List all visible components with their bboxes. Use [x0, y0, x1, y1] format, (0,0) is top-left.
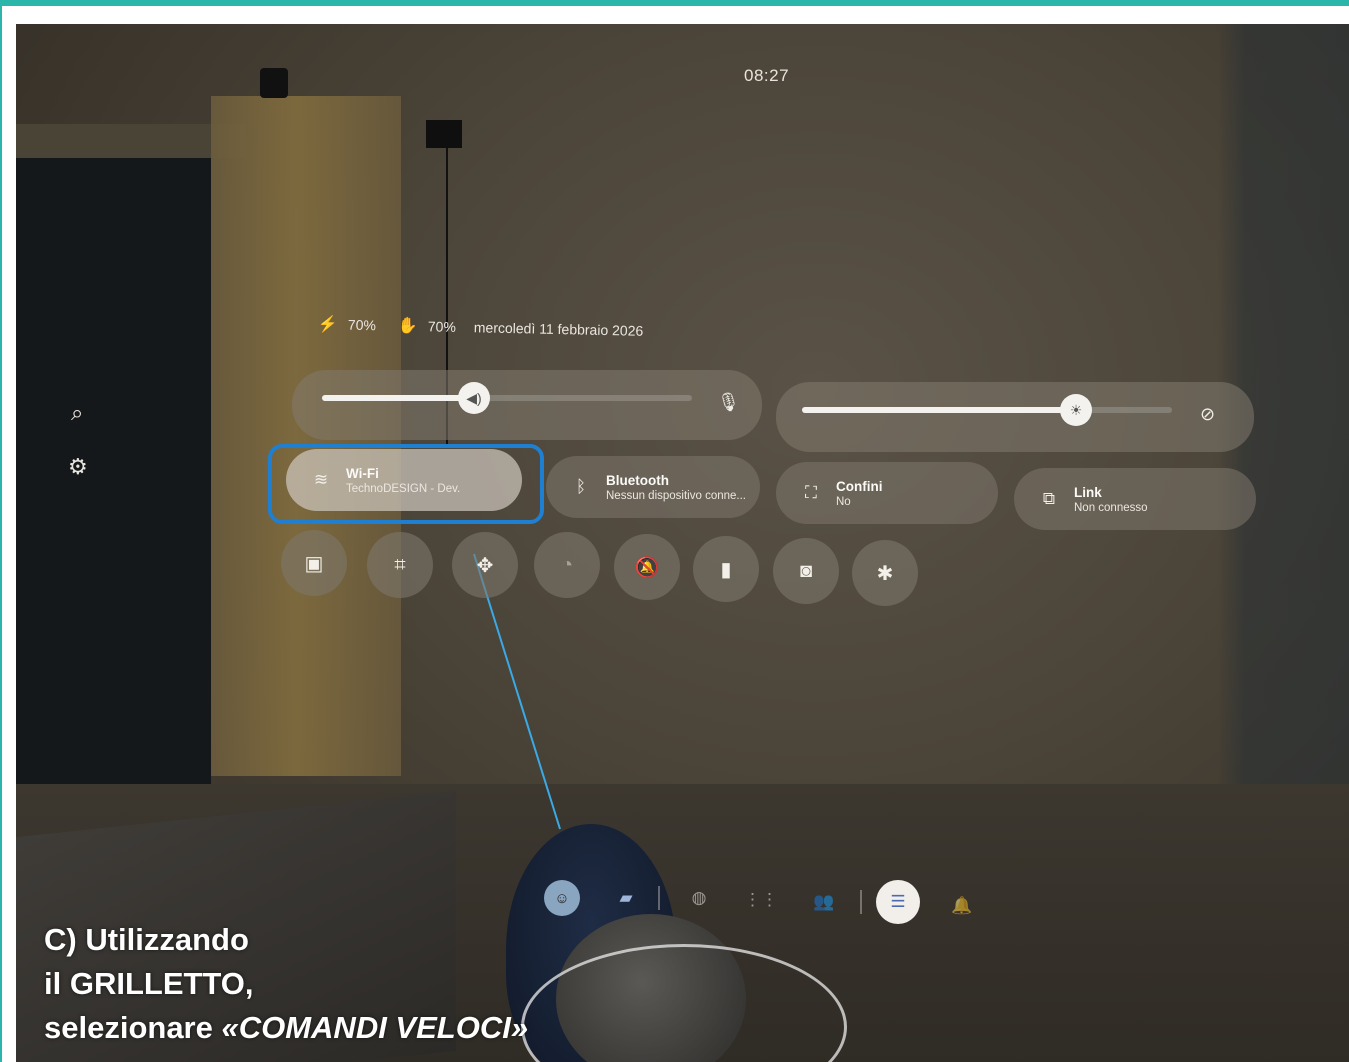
settings-gear-icon[interactable]: ⚙ [68, 454, 88, 480]
move-button[interactable]: ✥ [452, 532, 518, 598]
clock: 08:27 [744, 66, 790, 85]
notifications-bell-icon[interactable]: 🔔 [944, 888, 980, 924]
sun-icon: ☀ [1069, 401, 1083, 418]
cast-icon: ▣ [304, 552, 324, 575]
bluetooth-icon: ᛒ [575, 477, 587, 496]
speaker-icon: ◀) [466, 389, 482, 406]
volume-knob[interactable]: ◀) [458, 382, 490, 414]
headset-battery-icon: ⚡ [317, 316, 339, 334]
bug-report-icon: ✱ [876, 562, 894, 585]
tile-link-name: Link [1074, 484, 1102, 500]
tile-link[interactable]: ⧉ Link Non connesso [1014, 468, 1256, 530]
battery-saver-button[interactable]: ▮ [693, 536, 759, 602]
brightness-track[interactable] [802, 407, 1172, 413]
apps-grid-icon[interactable]: ⋮⋮ [743, 882, 779, 918]
link-icon: ⧉ [1042, 489, 1056, 508]
passthrough-scene: 08:27 ⚡ 70% ✋ 70% mercoledì 11 febbraio … [16, 24, 1349, 1062]
menu-separator [658, 886, 660, 910]
battery-saver-icon: ▮ [720, 558, 732, 581]
controller-battery-level: 70% [427, 318, 457, 335]
app-icon[interactable]: ▰ [608, 880, 644, 916]
camera-button[interactable]: ◙ [773, 538, 839, 604]
move-icon: ✥ [476, 554, 494, 577]
tile-boundary-name: Confini [836, 478, 883, 494]
cast-button[interactable]: ▣ [281, 530, 347, 596]
profile-avatar[interactable]: ☺ [544, 880, 580, 916]
brightness-fill [802, 407, 1072, 413]
people-icon[interactable]: 👥 [806, 884, 842, 920]
passthrough-icon: ⌗ [394, 553, 406, 576]
tile-boundary-status: No [836, 495, 851, 508]
controller-battery-icon: ✋ [397, 317, 419, 336]
caption-line-2: il GRILLETTO, [44, 966, 254, 1001]
headset-battery-level: 70% [347, 316, 377, 334]
wifi-highlight-box [268, 444, 544, 524]
audio-share-button[interactable]: ◔ [534, 532, 600, 598]
tile-bluetooth-name: Bluetooth [606, 472, 669, 488]
caption-line-3: selezionare «COMANDI VELOCI» [44, 1006, 528, 1050]
tile-bluetooth[interactable]: ᛒ Bluetooth Nessun dispositivo conne... [546, 456, 760, 518]
tile-boundary[interactable]: ⛶ Confini No [776, 462, 998, 524]
bug-report-button[interactable]: ✱ [852, 540, 918, 606]
caption-quick-commands: «COMANDI VELOCI» [221, 1010, 529, 1045]
quick-settings-icon[interactable]: ☰ [876, 880, 920, 924]
camera-icon: ◙ [799, 559, 813, 582]
volume-panel: ◀) 🎙 [292, 370, 762, 440]
date-text: mercoledì 11 febbraio 2026 [473, 319, 644, 339]
notifications-off-button[interactable]: 🔕 [614, 534, 680, 600]
volume-fill [322, 395, 472, 401]
brightness-knob[interactable]: ☀ [1060, 394, 1092, 426]
volume-track[interactable] [322, 395, 692, 401]
microphone-icon[interactable]: 🎙 [717, 392, 740, 413]
screenshot-frame: 08:27 ⚡ 70% ✋ 70% mercoledì 11 febbraio … [0, 0, 1349, 1062]
menu-separator [860, 890, 862, 914]
caption-line-1: C) Utilizzando [44, 922, 249, 957]
boundary-off-icon: ⛶ [805, 483, 817, 502]
caption-line-3-prefix: selezionare [44, 1010, 222, 1045]
instruction-caption: C) Utilizzando il GRILLETTO, selezionare… [44, 918, 528, 1050]
brightness-panel: ☀ ⊘ [776, 382, 1254, 452]
notifications-off-icon: 🔕 [634, 556, 660, 579]
eye-comfort-icon[interactable]: ⊘ [1200, 404, 1215, 425]
tile-bluetooth-status: Nessun dispositivo conne... [606, 489, 746, 502]
audio-share-icon: ◔ [560, 553, 574, 576]
browser-globe-icon[interactable]: ◍ [681, 880, 717, 916]
search-icon[interactable]: ⌕ [71, 400, 83, 426]
passthrough-button[interactable]: ⌗ [367, 532, 433, 598]
tile-link-status: Non connesso [1074, 501, 1148, 514]
